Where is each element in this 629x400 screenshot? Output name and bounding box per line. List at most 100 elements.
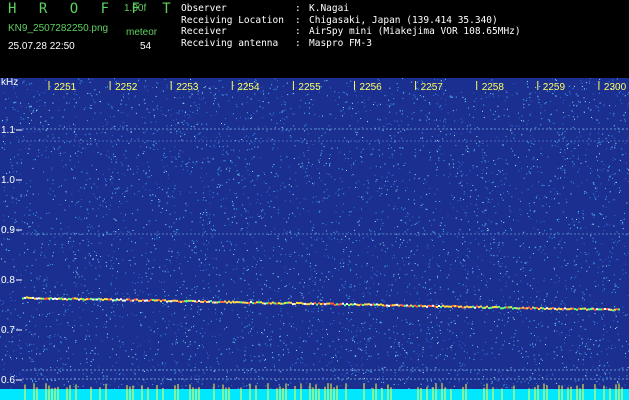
noise-dot xyxy=(497,105,499,107)
noise-dot xyxy=(409,283,411,285)
noise-dot xyxy=(602,281,604,283)
noise-dot xyxy=(544,230,546,232)
noise-dot xyxy=(436,119,437,121)
noise-dot xyxy=(430,299,432,301)
noise-dot xyxy=(20,162,22,164)
noise-dot xyxy=(255,371,257,373)
noise-dot xyxy=(84,348,86,350)
noise-dot xyxy=(615,94,617,96)
noise-dot xyxy=(353,207,355,209)
noise-dot xyxy=(493,96,495,98)
noise-dot xyxy=(278,354,280,356)
noise-dot xyxy=(187,260,189,262)
noise-dot xyxy=(73,240,75,242)
noise-dot xyxy=(76,94,78,96)
noise-dot xyxy=(295,362,297,364)
noise-dot xyxy=(497,261,499,262)
noise-dot xyxy=(156,105,158,107)
noise-dot xyxy=(426,116,428,118)
noise-dot xyxy=(109,316,111,318)
noise-dot xyxy=(144,142,146,144)
noise-dot xyxy=(152,266,154,268)
noise-dot xyxy=(408,338,410,339)
noise-dot xyxy=(484,245,486,247)
noise-dot xyxy=(577,185,579,187)
noise-dot xyxy=(231,161,233,163)
noise-dot xyxy=(291,93,293,95)
noise-dot xyxy=(84,257,86,259)
noise-dot xyxy=(357,120,359,122)
noise-dot xyxy=(388,123,390,125)
noise-dot xyxy=(274,126,276,128)
noise-dot xyxy=(393,275,394,277)
noise-dot xyxy=(80,233,82,235)
noise-dot xyxy=(612,177,614,179)
noise-dot xyxy=(367,292,369,294)
noise-dot xyxy=(217,291,219,292)
noise-dot xyxy=(151,200,153,201)
noise-dot xyxy=(267,201,269,203)
noise-dot xyxy=(104,178,106,180)
noise-dot xyxy=(502,199,504,201)
noise-dot xyxy=(495,223,497,225)
noise-dot xyxy=(418,344,420,346)
noise-dot xyxy=(53,251,54,253)
noise-dot xyxy=(45,157,47,158)
noise-dot xyxy=(74,125,76,127)
noise-dot xyxy=(242,258,244,260)
noise-dot xyxy=(259,284,261,286)
noise-dot xyxy=(345,348,347,350)
noise-dot xyxy=(493,255,495,257)
noise-dot xyxy=(77,249,79,251)
noise-dot xyxy=(202,280,204,282)
noise-dot xyxy=(505,90,507,92)
noise-dot xyxy=(431,380,432,382)
noise-dot xyxy=(361,157,363,158)
noise-dot xyxy=(65,309,67,311)
noise-dot xyxy=(597,284,599,286)
noise-dot xyxy=(19,317,21,318)
noise-dot xyxy=(529,104,531,106)
noise-dot xyxy=(334,375,336,376)
noise-dot xyxy=(255,221,257,223)
noise-dot xyxy=(193,243,195,244)
noise-dot xyxy=(22,220,23,222)
noise-dot xyxy=(436,300,438,302)
noise-dot xyxy=(473,286,475,288)
noise-dot xyxy=(105,314,107,316)
noise-dot xyxy=(551,198,553,200)
noise-dot xyxy=(77,294,79,296)
noise-dot xyxy=(549,121,551,123)
noise-dot xyxy=(335,117,337,119)
noise-dot xyxy=(460,197,462,199)
noise-dot xyxy=(12,341,14,343)
noise-dot xyxy=(164,333,166,335)
noise-dot xyxy=(318,200,320,202)
noise-dot xyxy=(460,365,462,367)
noise-dot xyxy=(478,269,480,270)
noise-dot xyxy=(10,197,12,199)
noise-dot xyxy=(508,216,510,218)
noise-dot xyxy=(265,385,267,387)
noise-dot xyxy=(572,161,574,163)
noise-dot xyxy=(127,187,129,189)
noise-dot xyxy=(1,304,3,305)
noise-dot xyxy=(215,308,217,310)
noise-dot xyxy=(184,112,186,114)
noise-dot xyxy=(133,315,135,316)
noise-dot xyxy=(558,243,560,245)
noise-dot xyxy=(142,291,144,293)
noise-dot xyxy=(602,290,604,292)
noise-dot xyxy=(54,286,56,288)
noise-dot xyxy=(482,143,484,144)
noise-dot xyxy=(3,201,5,203)
noise-dot xyxy=(231,201,233,203)
noise-dot xyxy=(345,339,347,341)
noise-dot xyxy=(220,80,222,81)
noise-dot xyxy=(70,155,71,157)
noise-dot xyxy=(111,244,113,246)
noise-dot xyxy=(305,171,307,173)
noise-dot xyxy=(429,220,431,222)
noise-dot xyxy=(551,311,553,313)
noise-dot xyxy=(228,348,230,350)
